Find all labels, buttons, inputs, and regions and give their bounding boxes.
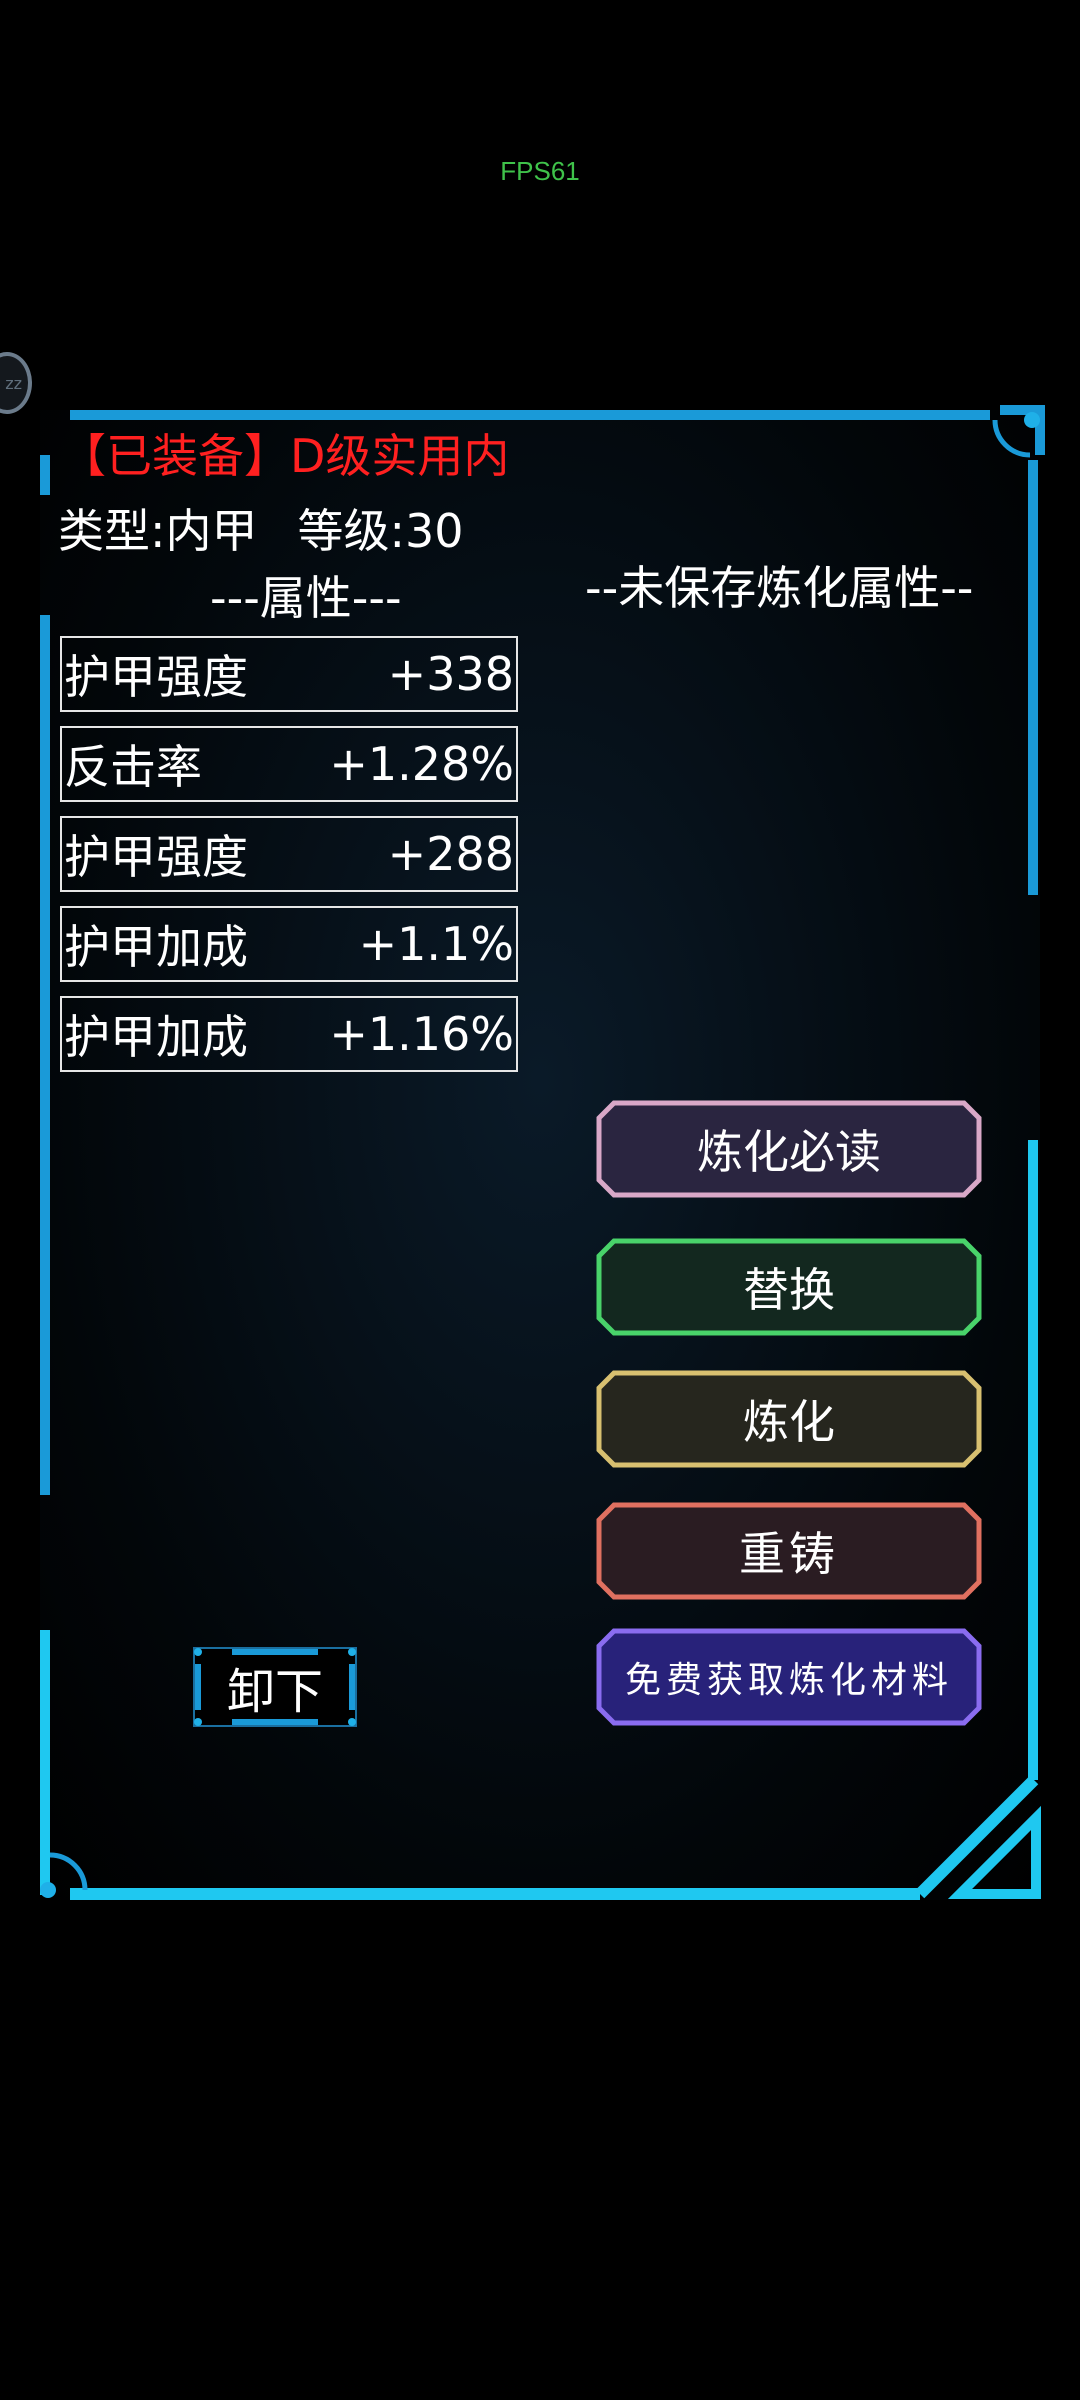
free-material-button[interactable]: 免费获取炼化材料 [596,1628,982,1726]
equipment-level: 等级:30 [297,504,464,558]
attribute-value: +1.28% [329,737,514,791]
attribute-row: 反击率 +1.28% [60,726,518,802]
attributes-heading: ---属性--- [210,571,402,625]
refine-guide-button[interactable]: 炼化必读 [596,1100,982,1198]
attribute-row: 护甲强度 +288 [60,816,518,892]
attribute-row: 护甲强度 +338 [60,636,518,712]
unsaved-refine-heading: --未保存炼化属性-- [585,561,974,615]
equipment-meta: 类型:内甲 等级:30 [58,495,464,561]
panel-frame [40,405,1045,1900]
unequip-button[interactable]: 卸下 [192,1646,358,1728]
attribute-value: +288 [387,827,514,881]
attribute-row: 护甲加成 +1.1% [60,906,518,982]
refine-button[interactable]: 炼化 [596,1370,982,1468]
attribute-value: +1.16% [329,1007,514,1061]
replace-button[interactable]: 替换 [596,1238,982,1336]
attribute-name: 反击率 [64,740,202,794]
attribute-name: 护甲强度 [64,650,248,704]
equipment-title: 【已装备】D级实用内 [60,429,510,483]
attribute-row: 护甲加成 +1.16% [60,996,518,1072]
equipment-type: 类型:内甲 [58,504,258,558]
attribute-value: +338 [387,647,514,701]
attribute-name: 护甲加成 [64,920,248,974]
recast-button[interactable]: 重铸 [596,1502,982,1600]
attribute-name: 护甲强度 [64,830,248,884]
attribute-name: 护甲加成 [64,1010,248,1064]
attribute-value: +1.1% [358,917,514,971]
